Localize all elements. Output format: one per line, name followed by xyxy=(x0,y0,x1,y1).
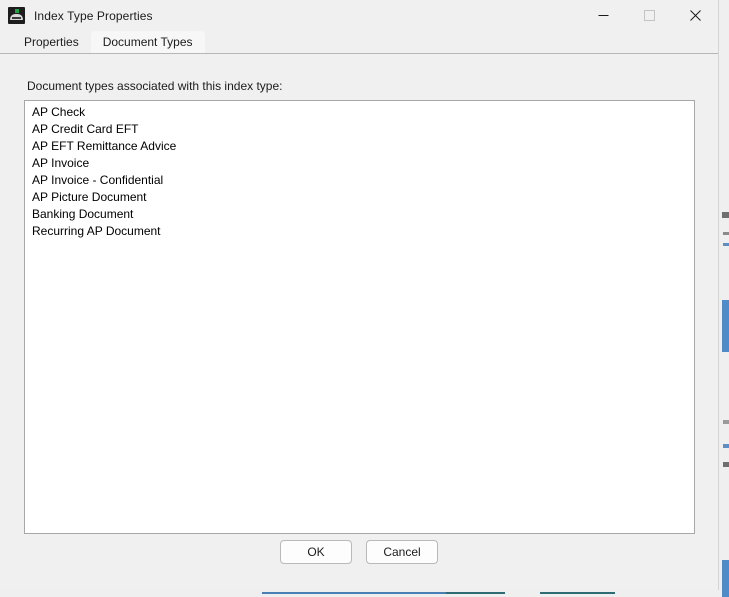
title-bar[interactable]: Index Type Properties xyxy=(0,0,718,31)
close-icon xyxy=(689,10,701,21)
dialog-footer: OK Cancel xyxy=(0,532,718,590)
bg-taskbar-item xyxy=(446,592,505,594)
document-types-listbox[interactable]: AP Check AP Credit Card EFT AP EFT Remit… xyxy=(24,100,695,534)
list-item[interactable]: AP Invoice - Confidential xyxy=(25,172,694,189)
dialog-window: Index Type Properties Properties Documen… xyxy=(0,0,719,590)
bg-taskbar-item xyxy=(262,592,446,594)
bg-taskbar-item xyxy=(540,592,615,594)
list-item[interactable]: AP Picture Document xyxy=(25,189,694,206)
list-item[interactable]: AP Credit Card EFT xyxy=(25,121,694,138)
bg-artifact xyxy=(722,212,729,218)
list-caption: Document types associated with this inde… xyxy=(27,79,283,93)
bg-artifact xyxy=(723,232,729,235)
list-item[interactable]: AP Check xyxy=(25,104,694,121)
list-item[interactable]: AP EFT Remittance Advice xyxy=(25,138,694,155)
minimize-button[interactable] xyxy=(580,0,626,31)
maximize-button[interactable] xyxy=(626,0,672,31)
maximize-icon xyxy=(643,10,655,21)
tab-properties[interactable]: Properties xyxy=(12,31,91,53)
minimize-icon xyxy=(598,15,608,16)
bg-artifact xyxy=(723,420,729,424)
bg-artifact xyxy=(723,462,729,467)
tab-panel-document-types: Document types associated with this inde… xyxy=(0,53,718,590)
bg-artifact xyxy=(722,560,729,597)
window-title: Index Type Properties xyxy=(34,8,153,23)
tab-document-types-label: Document Types xyxy=(102,35,193,49)
bg-artifact xyxy=(722,300,729,352)
window-controls xyxy=(580,0,718,31)
tab-properties-label: Properties xyxy=(24,35,79,49)
app-dome-icon xyxy=(8,7,25,24)
bg-artifact xyxy=(723,243,729,246)
tab-strip: Properties Document Types xyxy=(0,31,718,53)
ok-button[interactable]: OK xyxy=(280,540,352,564)
close-button[interactable] xyxy=(672,0,718,31)
cancel-button[interactable]: Cancel xyxy=(366,540,438,564)
tab-document-types[interactable]: Document Types xyxy=(90,31,205,53)
bg-artifact xyxy=(723,444,729,448)
list-item[interactable]: Banking Document xyxy=(25,206,694,223)
list-item[interactable]: Recurring AP Document xyxy=(25,223,694,240)
list-item[interactable]: AP Invoice xyxy=(25,155,694,172)
